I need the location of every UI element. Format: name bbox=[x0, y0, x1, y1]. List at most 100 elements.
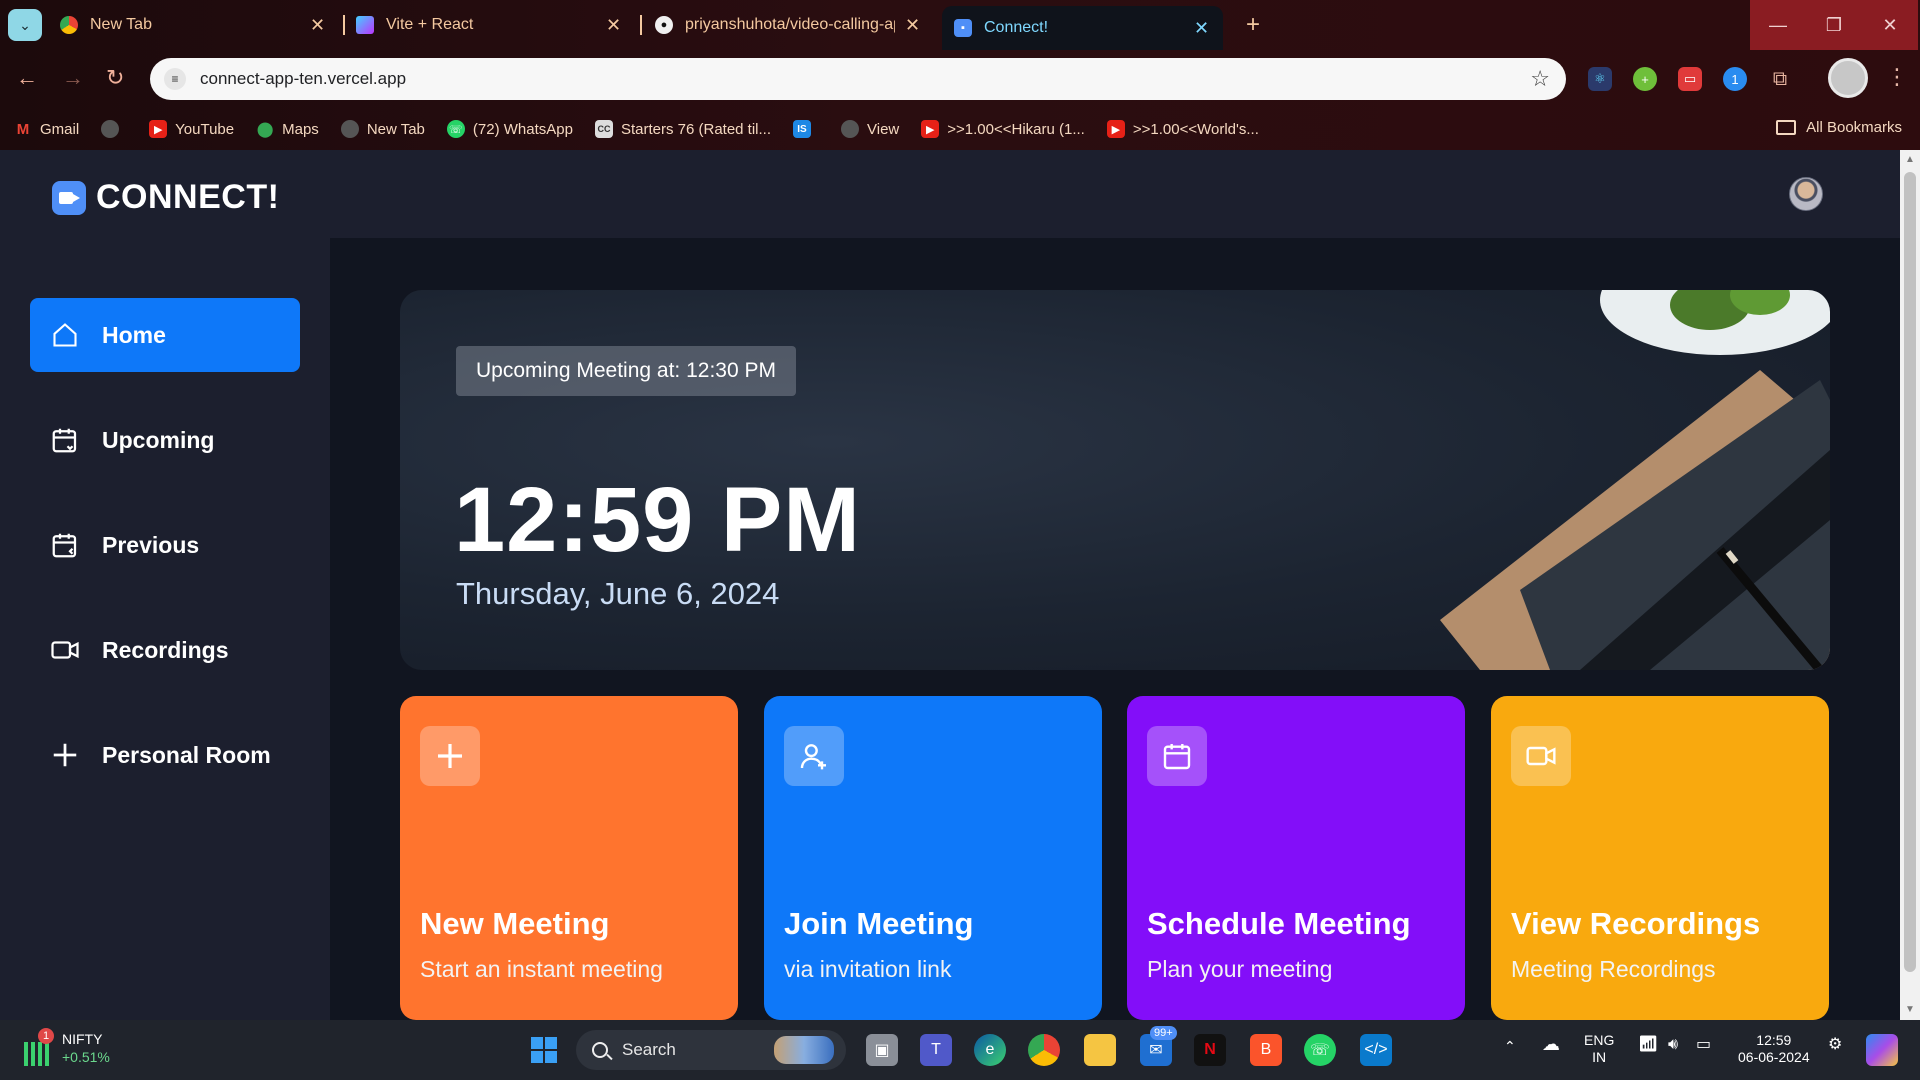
extension-red-icon[interactable]: ▭ bbox=[1678, 67, 1702, 91]
bookmark-new-tab[interactable]: New Tab bbox=[340, 120, 425, 138]
tab-search-button[interactable]: ⌄ bbox=[8, 9, 42, 41]
close-icon[interactable]: ✕ bbox=[310, 15, 325, 36]
tab-github[interactable]: ● priyanshuhota/video-calling-ap ✕ bbox=[655, 8, 920, 42]
all-bookmarks[interactable]: All Bookmarks bbox=[1776, 119, 1902, 136]
url-text[interactable]: connect-app-ten.vercel.app bbox=[200, 69, 406, 89]
back-icon[interactable]: ← bbox=[16, 65, 38, 91]
schedule-meeting-card[interactable]: Schedule Meeting Plan your meeting bbox=[1127, 696, 1465, 1020]
browser-chrome: ⌄ New Tab ✕ Vite + React ✕ ● priyanshuho… bbox=[0, 0, 1920, 150]
whatsapp-taskbar-icon[interactable]: ☏ bbox=[1304, 1034, 1336, 1066]
close-icon[interactable]: ✕ bbox=[606, 15, 621, 36]
bookmark-youtube[interactable]: ▶ YouTube bbox=[149, 120, 234, 138]
user-avatar[interactable] bbox=[1789, 177, 1823, 211]
close-icon[interactable]: ✕ bbox=[905, 15, 920, 36]
extension-plus-icon[interactable]: + bbox=[1633, 67, 1657, 91]
bookmark-hikaru[interactable]: ▶ >>1.00<<Hikaru (1... bbox=[921, 120, 1085, 138]
tab-bar: ⌄ New Tab ✕ Vite + React ✕ ● priyanshuho… bbox=[0, 0, 1920, 50]
language-code: ENG bbox=[1584, 1032, 1615, 1048]
site-info-icon[interactable]: ≡ bbox=[164, 68, 186, 90]
chrome-taskbar-icon[interactable] bbox=[1028, 1034, 1060, 1066]
all-bookmarks-label: All Bookmarks bbox=[1806, 119, 1902, 136]
brave-icon[interactable]: B bbox=[1250, 1034, 1282, 1066]
sidebar-item-label: Upcoming bbox=[102, 426, 215, 453]
windows-start-icon[interactable] bbox=[528, 1034, 560, 1066]
volume-icon[interactable]: 🔊︎ bbox=[1668, 1036, 1678, 1053]
bookmark-whatsapp[interactable]: ☏ (72) WhatsApp bbox=[446, 120, 573, 138]
globe-icon bbox=[841, 120, 860, 138]
new-meeting-card[interactable]: New Meeting Start an instant meeting bbox=[400, 696, 738, 1020]
sidebar-item-home[interactable]: Home bbox=[30, 298, 300, 372]
calendar-upcoming-icon bbox=[50, 425, 80, 455]
card-subtitle: Plan your meeting bbox=[1147, 956, 1333, 982]
scroll-down-icon[interactable]: ▼ bbox=[1905, 1004, 1915, 1015]
bookmark-label: >>1.00<<World's... bbox=[1132, 120, 1259, 138]
view-recordings-card[interactable]: View Recordings Meeting Recordings bbox=[1491, 696, 1829, 1020]
bookmark-globe[interactable] bbox=[101, 120, 127, 138]
chevron-up-icon[interactable]: ⌃ bbox=[1504, 1038, 1516, 1055]
menu-kebab-icon[interactable]: ⋮ bbox=[1886, 64, 1908, 90]
reload-icon[interactable]: ↻ bbox=[106, 65, 124, 91]
react-devtools-icon[interactable]: ⚛ bbox=[1588, 67, 1612, 91]
teams-icon[interactable]: T bbox=[920, 1034, 952, 1066]
bookmark-label: (72) WhatsApp bbox=[472, 120, 573, 138]
extension-blue-icon[interactable]: 1 bbox=[1723, 67, 1747, 91]
youtube-icon: ▶ bbox=[149, 120, 168, 138]
bookmark-view[interactable]: View bbox=[841, 120, 899, 138]
youtube-icon: ▶ bbox=[921, 120, 940, 138]
restore-button[interactable]: ❐ bbox=[1806, 0, 1862, 50]
minimize-button[interactable]: — bbox=[1750, 0, 1806, 50]
file-explorer-icon[interactable] bbox=[1084, 1034, 1116, 1066]
notebook-decoration-image bbox=[1440, 290, 1830, 670]
copilot-icon[interactable] bbox=[1866, 1034, 1898, 1066]
new-tab-button[interactable]: + bbox=[1246, 11, 1260, 39]
tab-separator bbox=[640, 15, 642, 35]
whatsapp-icon: ☏ bbox=[446, 120, 465, 138]
stock-widget[interactable]: 1 NIFTY +0.51% bbox=[24, 1028, 110, 1066]
netflix-icon[interactable]: N bbox=[1194, 1034, 1226, 1066]
edge-icon[interactable]: e bbox=[974, 1034, 1006, 1066]
plus-icon bbox=[50, 740, 80, 770]
sidebar-item-previous[interactable]: Previous bbox=[30, 508, 300, 582]
extensions-puzzle-icon[interactable]: ⧉ bbox=[1768, 67, 1792, 91]
bookmark-gmail[interactable]: M Gmail bbox=[14, 120, 79, 138]
clock[interactable]: 12:59 06-06-2024 bbox=[1738, 1032, 1810, 1066]
close-icon[interactable]: ✕ bbox=[1194, 18, 1209, 39]
notification-bell-icon[interactable]: ⚙ bbox=[1828, 1036, 1842, 1053]
bookmark-label: >>1.00<<Hikaru (1... bbox=[947, 120, 1085, 138]
address-bar[interactable]: ≡ connect-app-ten.vercel.app ☆ bbox=[150, 58, 1566, 100]
scroll-up-icon[interactable]: ▲ bbox=[1905, 154, 1915, 165]
tab-new-tab[interactable]: New Tab ✕ bbox=[60, 8, 325, 42]
vscode-icon[interactable]: </> bbox=[1360, 1034, 1392, 1066]
close-window-button[interactable]: ✕ bbox=[1862, 0, 1918, 50]
language-indicator[interactable]: ENG IN bbox=[1584, 1032, 1614, 1066]
profile-avatar[interactable] bbox=[1828, 58, 1868, 98]
bookmark-label: Starters 76 (Rated til... bbox=[620, 120, 772, 138]
bookmark-is[interactable]: IS bbox=[793, 120, 819, 138]
sidebar-item-recordings[interactable]: Recordings bbox=[30, 613, 300, 687]
tab-connect[interactable]: ▪ Connect! ✕ bbox=[942, 6, 1224, 50]
video-camera-logo-icon bbox=[52, 180, 86, 215]
tab-vite-react[interactable]: Vite + React ✕ bbox=[356, 8, 621, 42]
wifi-icon[interactable]: 📶︎ bbox=[1638, 1036, 1658, 1053]
sidebar-item-label: Previous bbox=[102, 531, 200, 558]
page-scrollbar[interactable]: ▲ ▼ bbox=[1900, 150, 1920, 1020]
bookmark-maps[interactable]: ⬤ Maps bbox=[256, 120, 319, 139]
task-view-icon[interactable]: ▣ bbox=[866, 1034, 898, 1066]
taskbar-search[interactable]: Search bbox=[576, 1030, 846, 1070]
join-meeting-card[interactable]: Join Meeting via invitation link bbox=[764, 696, 1102, 1020]
battery-icon[interactable]: ▭ bbox=[1696, 1036, 1711, 1053]
sidebar-item-upcoming[interactable]: Upcoming bbox=[30, 403, 300, 477]
scrollbar-thumb[interactable] bbox=[1904, 172, 1916, 972]
brand-logo[interactable]: CONNECT! bbox=[52, 178, 279, 217]
search-highlight-image bbox=[774, 1036, 834, 1064]
notification-badge: 1 bbox=[38, 1028, 54, 1044]
onedrive-cloud-icon[interactable]: ☁ bbox=[1542, 1035, 1560, 1053]
gmail-icon: M bbox=[16, 120, 30, 138]
forward-icon[interactable]: → bbox=[62, 65, 84, 91]
bookmark-codechef[interactable]: CC Starters 76 (Rated til... bbox=[594, 120, 772, 138]
bookmark-worlds[interactable]: ▶ >>1.00<<World's... bbox=[1106, 120, 1259, 138]
bookmark-star-icon[interactable]: ☆ bbox=[1530, 66, 1550, 92]
bookmark-label: View bbox=[867, 120, 900, 138]
region-code: IN bbox=[1592, 1049, 1607, 1065]
sidebar-item-personal-room[interactable]: Personal Room bbox=[30, 718, 300, 792]
